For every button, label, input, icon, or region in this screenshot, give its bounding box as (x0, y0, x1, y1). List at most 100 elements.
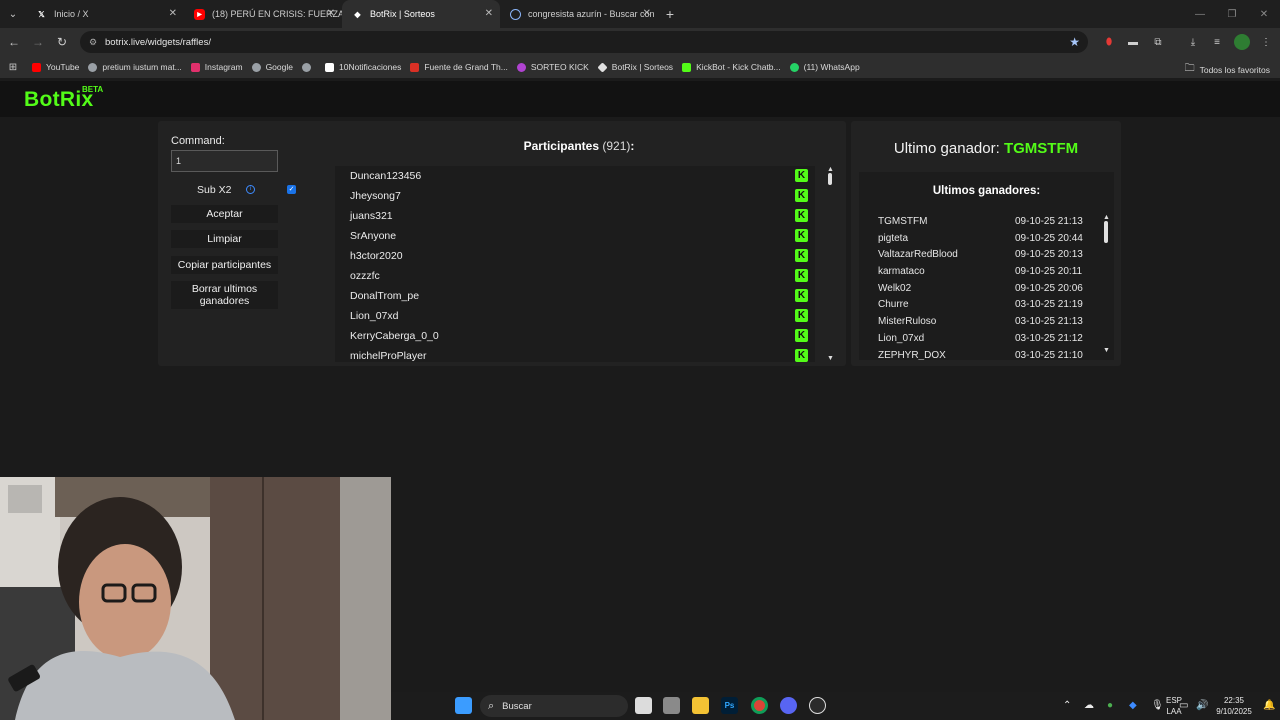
obs-icon[interactable] (809, 697, 826, 714)
close-window-icon[interactable]: ✕ (1248, 9, 1280, 20)
accept-button[interactable]: Aceptar (171, 205, 278, 223)
bookmark-whatsapp[interactable]: (11) WhatsApp (789, 62, 860, 72)
recent-winner-row: ValtazarRedBlood 09-10-25 20:13 (859, 247, 1104, 264)
minimize-icon[interactable]: — (1184, 9, 1216, 20)
sub-x2-checkbox[interactable]: ✓ (287, 185, 296, 194)
network-app-icon[interactable]: ◆ (1129, 700, 1137, 711)
participant-row[interactable]: KerryCaberga_0_0 K (335, 326, 815, 346)
participant-row[interactable]: Jheysong7 K (335, 186, 815, 206)
recent-scrollbar[interactable]: ▲ ▼ (1103, 214, 1110, 360)
recent-winner-date: 09-10-25 20:11 (1015, 266, 1083, 278)
tab-google[interactable]: congresista azurín - Buscar con ✕ (500, 0, 658, 28)
discord-icon[interactable] (780, 697, 797, 714)
scroll-down-icon[interactable]: ▼ (1103, 347, 1110, 354)
scroll-down-icon[interactable]: ▼ (827, 355, 834, 362)
site-info-icon[interactable]: ⚙ (89, 37, 99, 47)
address-bar[interactable]: ⚙ botrix.live/widgets/raffles/ ★ (80, 31, 1088, 53)
tab-inicio-x[interactable]: 𝕏 Inicio / X ✕ (26, 0, 184, 28)
volume-icon[interactable]: 🔊 (1196, 700, 1208, 711)
raffle-panel: Command: Sub X2 i ✓ Aceptar Limpiar Copi… (158, 121, 846, 366)
app-icon[interactable] (663, 697, 680, 714)
kick-icon: K (795, 269, 808, 282)
forward-icon[interactable]: → (26, 35, 50, 49)
participant-row[interactable]: Duncan123456 K (335, 166, 815, 186)
tab-botrix[interactable]: ◆ BotRix | Sorteos ✕ (342, 0, 500, 28)
participant-row[interactable]: ozzzfc K (335, 266, 815, 286)
apps-icon[interactable]: ⊞ (0, 62, 26, 73)
bookmark-kickbot[interactable]: KickBot - Kick Chatb... (682, 62, 781, 72)
participants-scrollbar[interactable]: ▲ ▼ (827, 166, 834, 362)
bookmark-star-icon[interactable]: ★ (1069, 35, 1080, 49)
extension-red-icon[interactable]: ⬮ (1101, 34, 1117, 50)
close-icon[interactable]: ✕ (169, 8, 177, 19)
tab-strip: ⌄ 𝕏 Inicio / X ✕ ▶ (18) PERÚ EN CRISIS: … (0, 0, 1280, 28)
participant-name: Jheysong7 (350, 190, 401, 202)
bookmark-label: 10Notificaciones (338, 62, 402, 72)
menu-icon[interactable]: ⋮ (1258, 34, 1274, 50)
tab-title: (18) PERÚ EN CRISIS: FUERZA P (212, 9, 342, 19)
recent-winner-name: karmataco (878, 266, 925, 278)
recent-winner-row: MisterRuloso 03-10-25 21:13 (859, 314, 1104, 331)
tray-chevron-icon[interactable]: ⌃ (1063, 700, 1071, 711)
bookmark-sorteo-kick[interactable]: SORTEO KICK (516, 62, 589, 72)
bookmark-botrix[interactable]: BotRix | Sorteos (597, 61, 673, 73)
avatar[interactable] (1234, 34, 1250, 50)
participant-row[interactable]: Lion_07xd K (335, 306, 815, 326)
scroll-up-icon[interactable]: ▲ (1103, 214, 1110, 221)
participant-row[interactable]: juans321 K (335, 206, 815, 226)
clock[interactable]: 22:35 9/10/2025 (1209, 695, 1259, 717)
download-icon[interactable]: ⤓ (1185, 34, 1201, 50)
bookmark-globe[interactable] (301, 62, 316, 72)
participant-row[interactable]: SrAnyone K (335, 226, 815, 246)
participant-row[interactable]: michelProPlayer K (335, 346, 815, 362)
recent-winner-date: 03-10-25 21:10 (1015, 349, 1083, 361)
sorteo-icon (516, 62, 526, 72)
extension-icon[interactable]: ▬ (1125, 34, 1141, 50)
info-icon[interactable]: i (246, 185, 255, 194)
scroll-thumb[interactable] (828, 173, 832, 185)
cloud-icon[interactable]: ☁ (1084, 700, 1094, 711)
chrome-icon[interactable] (751, 697, 768, 714)
back-icon[interactable]: ← (2, 35, 26, 49)
bookmark-pretium[interactable]: pretium iustum mat... (88, 62, 182, 72)
recent-winners-list[interactable]: TGMSTFM 09-10-25 21:13 pigteta 09-10-25 20:… (859, 214, 1104, 360)
command-label: Command: (171, 135, 225, 147)
photoshop-icon[interactable]: Ps (721, 697, 738, 714)
participant-row[interactable]: DonalTrom_pe K (335, 286, 815, 306)
participant-row[interactable]: h3ctor2020 K (335, 246, 815, 266)
reload-icon[interactable]: ↻ (50, 35, 74, 49)
windows-start-icon[interactable] (455, 697, 472, 714)
file-explorer-icon[interactable] (692, 697, 709, 714)
bookmark-google[interactable]: Google (251, 62, 293, 72)
close-icon[interactable]: ✕ (643, 8, 651, 19)
delete-winners-button[interactable]: Borrar ultimos ganadores (171, 281, 278, 309)
taskbar-search[interactable]: ⌕ Buscar (480, 695, 628, 717)
bookmark-youtube[interactable]: YouTube (32, 62, 79, 72)
new-tab-button[interactable]: + (658, 6, 682, 22)
last-winner-name: TGMSTFM (1003, 140, 1079, 157)
language-indicator[interactable]: ESP LAA (1149, 695, 1199, 717)
bookmark-10notificaciones[interactable]: 10Notificaciones (324, 62, 402, 72)
close-icon[interactable]: ✕ (485, 8, 493, 19)
command-input[interactable] (171, 150, 278, 172)
clock-time: 22:35 (1223, 696, 1245, 705)
task-view-icon[interactable] (635, 697, 652, 714)
last-winner-heading: Ultimo ganador: TGMSTFM (851, 140, 1121, 157)
close-icon[interactable]: ✕ (327, 8, 335, 19)
bookmark-instagram[interactable]: Instagram (190, 62, 243, 72)
scroll-up-icon[interactable]: ▲ (827, 166, 834, 173)
tab-search-icon[interactable]: ⌄ (0, 3, 26, 25)
participants-list[interactable]: Duncan123456 K Jheysong7 Kjuans321 K SrAnyone… (335, 166, 815, 362)
notifications-icon[interactable]: 🔔 (1263, 700, 1275, 711)
restore-icon[interactable]: ❐ (1216, 9, 1248, 20)
copy-participants-button[interactable]: Copiar participantes (171, 256, 278, 274)
all-bookmarks[interactable]: 🗀 Todos los favoritos (1185, 61, 1270, 78)
media-icon[interactable]: ≡ (1209, 34, 1225, 50)
security-icon[interactable]: ● (1107, 700, 1113, 711)
display-icon[interactable]: ▭ (1179, 700, 1188, 711)
puzzle-icon[interactable]: ⧉ (1150, 34, 1166, 50)
scroll-thumb[interactable] (1104, 221, 1108, 243)
clear-button[interactable]: Limpiar (171, 230, 278, 248)
tab-youtube[interactable]: ▶ (18) PERÚ EN CRISIS: FUERZA P ✕ (184, 0, 342, 28)
bookmark-fuente[interactable]: Fuente de Grand Th... (410, 62, 508, 72)
